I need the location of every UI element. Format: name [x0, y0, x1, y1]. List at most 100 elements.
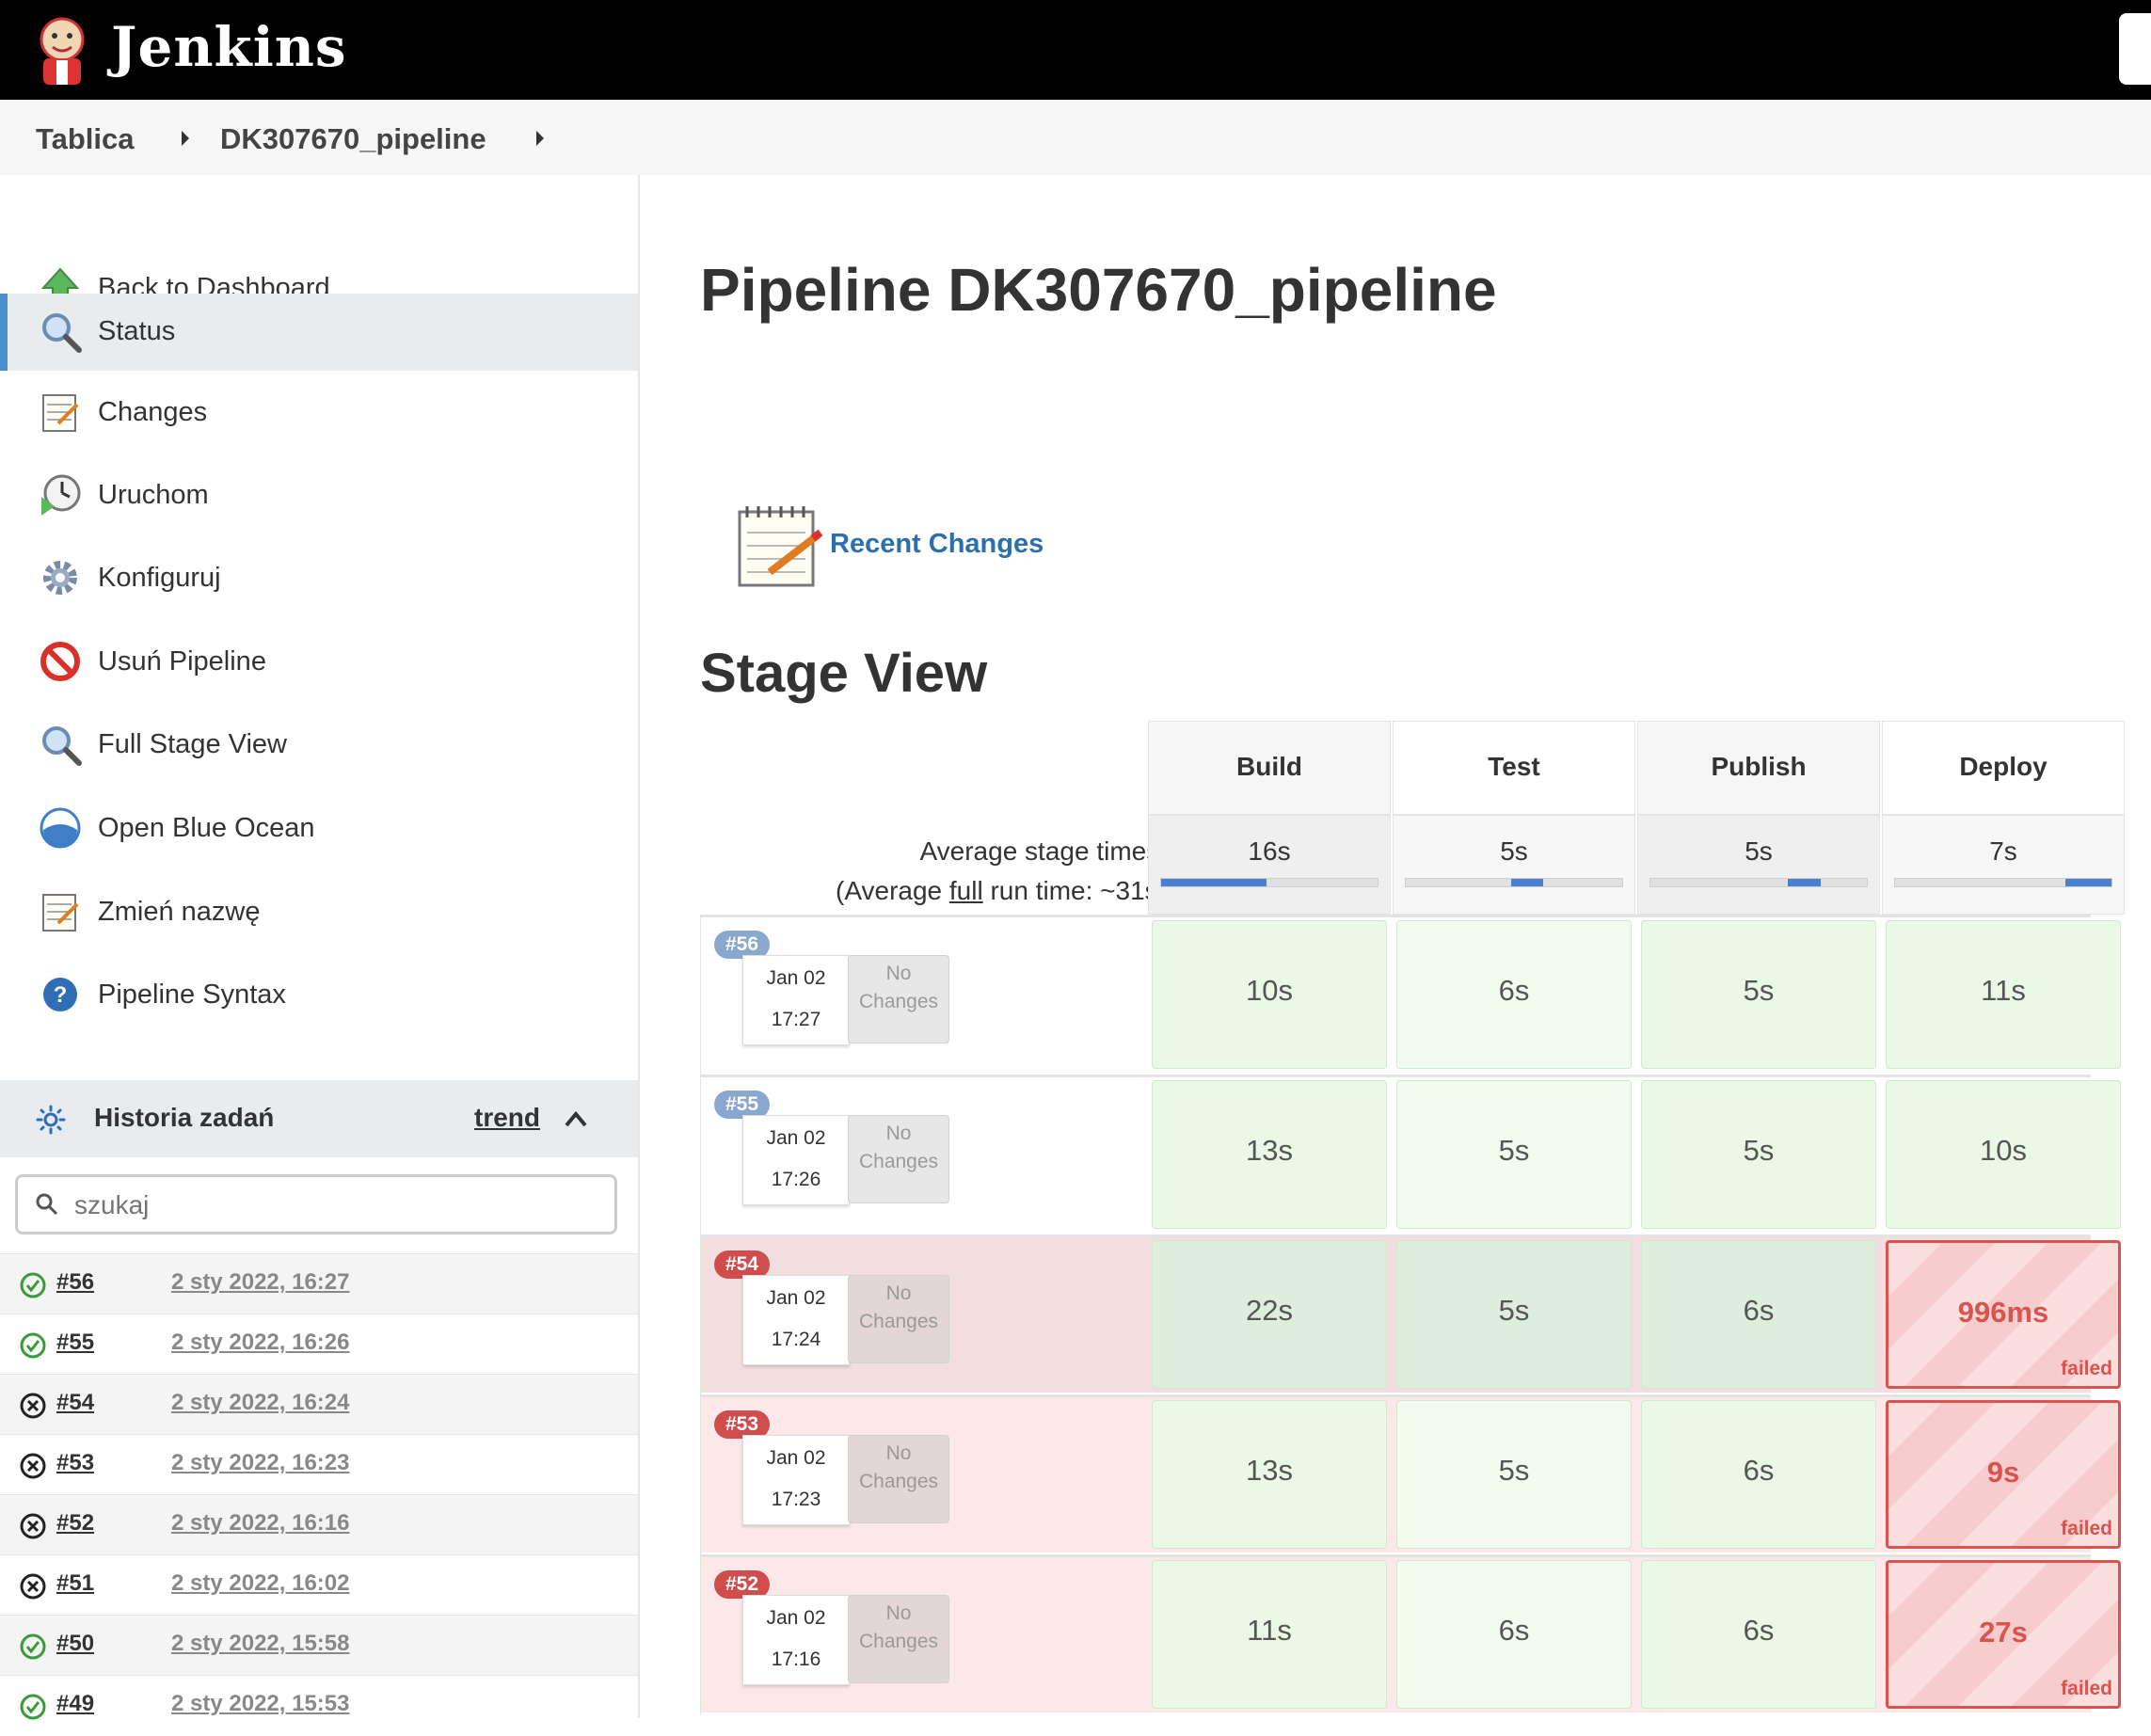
build-search-input[interactable] — [72, 1187, 603, 1224]
build-date-link[interactable]: 2 sty 2022, 16:27 — [171, 1269, 349, 1296]
build-number-link[interactable]: #53 — [56, 1450, 94, 1476]
gear-icon — [43, 561, 77, 595]
stage-average-bar-fill — [1161, 879, 1267, 886]
stage-cell-deploy[interactable]: 27s failed — [1886, 1560, 2121, 1709]
build-history-row[interactable]: #52 2 sty 2022, 16:16 — [0, 1494, 638, 1555]
breadcrumb-pipeline[interactable]: DK307670_pipeline — [220, 122, 486, 156]
stage-cell-build[interactable]: 13s — [1152, 1400, 1387, 1549]
trend-link[interactable]: trend — [474, 1103, 540, 1133]
run-row: #53 Jan 02 17:23 No Changes — [700, 1394, 2091, 1555]
breadcrumb-arrow-icon[interactable] — [536, 131, 544, 146]
build-date-link[interactable]: 2 sty 2022, 15:58 — [171, 1631, 349, 1657]
task-konfiguruj[interactable]: Konfiguruj — [0, 540, 638, 617]
stage-cell-test[interactable]: 6s — [1396, 920, 1632, 1069]
stage-duration: 6s — [1743, 1614, 1775, 1647]
task-uruchom[interactable]: Uruchom — [0, 457, 638, 534]
notepad-icon[interactable] — [734, 501, 824, 591]
sun-trend-icon — [36, 1105, 66, 1135]
stage-cell-publish[interactable]: 5s — [1641, 920, 1876, 1069]
stage-cell-deploy[interactable]: 996ms failed — [1886, 1240, 2121, 1389]
stage-average: 16s — [1148, 815, 1391, 915]
stage-cell-publish[interactable]: 6s — [1641, 1400, 1876, 1549]
task-label: Full Stage View — [98, 729, 287, 759]
build-date-link[interactable]: 2 sty 2022, 16:02 — [171, 1570, 349, 1597]
stage-cell-test[interactable]: 6s — [1396, 1560, 1632, 1709]
stage-duration: 10s — [1246, 974, 1293, 1007]
build-date-link[interactable]: 2 sty 2022, 15:53 — [171, 1691, 349, 1717]
task-changes[interactable]: Changes — [0, 374, 638, 452]
build-date-link[interactable]: 2 sty 2022, 16:24 — [171, 1390, 349, 1416]
success-check-icon — [20, 1694, 46, 1720]
build-history-header: Historia zadań trend — [0, 1080, 638, 1157]
no-changes-line: No — [885, 1602, 912, 1624]
success-check-icon — [20, 1332, 46, 1359]
stage-cell-build[interactable]: 13s — [1152, 1080, 1387, 1229]
stage-cell-publish[interactable]: 6s — [1641, 1240, 1876, 1389]
stage-cell-test[interactable]: 5s — [1396, 1240, 1632, 1389]
jenkins-brand[interactable]: Jenkins — [111, 13, 347, 81]
header: Jenkins — [0, 0, 2151, 100]
run-date: Jan 02 17:27 — [742, 955, 850, 1045]
build-date-link[interactable]: 2 sty 2022, 16:23 — [171, 1450, 349, 1476]
task-label: Changes — [98, 397, 208, 427]
build-number-link[interactable]: #52 — [56, 1510, 94, 1537]
stage-cell-deploy[interactable]: 9s failed — [1886, 1400, 2121, 1549]
build-number-link[interactable]: #54 — [56, 1390, 94, 1416]
build-history-row[interactable]: #54 2 sty 2022, 16:24 — [0, 1374, 638, 1435]
breadcrumb-arrow-icon[interactable] — [182, 131, 189, 146]
build-number-link[interactable]: #51 — [56, 1570, 94, 1597]
stage-name: Build — [1236, 752, 1302, 781]
full-run-link[interactable]: full — [949, 876, 983, 905]
stage-cell-publish[interactable]: 6s — [1641, 1560, 1876, 1709]
build-history-row[interactable]: #55 2 sty 2022, 16:26 — [0, 1314, 638, 1375]
task-open-blue-ocean[interactable]: Open Blue Ocean — [0, 790, 638, 868]
build-number-link[interactable]: #56 — [56, 1269, 94, 1296]
recent-changes-link[interactable]: Recent Changes — [830, 529, 1044, 560]
run-meta: #52 Jan 02 17:16 No Changes — [700, 1557, 1146, 1715]
notepad-icon — [42, 394, 79, 432]
task-label: Status — [98, 316, 176, 346]
header-search-box[interactable] — [2119, 13, 2151, 85]
stage-cell-test[interactable]: 5s — [1396, 1400, 1632, 1549]
build-history-title: Historia zadań — [94, 1103, 275, 1132]
build-history-row[interactable]: #53 2 sty 2022, 16:23 — [0, 1434, 638, 1495]
build-number-link[interactable]: #49 — [56, 1691, 94, 1717]
stage-cell-build[interactable]: 10s — [1152, 920, 1387, 1069]
build-number-link[interactable]: #50 — [56, 1631, 94, 1657]
stage-name: Publish — [1711, 752, 1807, 781]
build-history-row[interactable]: #49 2 sty 2022, 15:53 — [0, 1675, 638, 1736]
build-number-link[interactable]: #55 — [56, 1330, 94, 1356]
run-date-time: 17:24 — [771, 1329, 821, 1350]
run-meta: #54 Jan 02 17:24 No Changes — [700, 1237, 1146, 1395]
stage-average: 5s — [1637, 815, 1880, 915]
stage-cell-build[interactable]: 11s — [1152, 1560, 1387, 1709]
build-date-link[interactable]: 2 sty 2022, 16:16 — [171, 1510, 349, 1537]
stage-cell-deploy[interactable]: 10s — [1886, 1080, 2121, 1229]
task-zmien-nazwe[interactable]: Zmień nazwę — [0, 874, 638, 951]
failed-label: failed — [2061, 1678, 2112, 1699]
build-history-row[interactable]: #56 2 sty 2022, 16:27 — [0, 1253, 638, 1314]
build-search-field[interactable] — [15, 1174, 617, 1234]
build-date-link[interactable]: 2 sty 2022, 16:26 — [171, 1330, 349, 1356]
jenkins-logo-icon[interactable] — [32, 11, 92, 87]
chevron-up-icon[interactable] — [563, 1108, 589, 1129]
stage-cell-test[interactable]: 5s — [1396, 1080, 1632, 1229]
task-pipeline-syntax[interactable]: ? Pipeline Syntax — [0, 957, 638, 1034]
task-usun-pipeline[interactable]: Usuń Pipeline — [0, 624, 638, 701]
stage-duration: 9s — [1986, 1456, 2020, 1489]
clock-play-icon — [41, 474, 81, 516]
success-check-icon — [20, 1272, 46, 1298]
stage-cell-deploy[interactable]: 11s — [1886, 920, 2121, 1069]
stage-cell-publish[interactable]: 5s — [1641, 1080, 1876, 1229]
run-date-day: Jan 02 — [766, 1607, 826, 1629]
stage-cell-build[interactable]: 22s — [1152, 1240, 1387, 1389]
breadcrumb-dashboard[interactable]: Tablica — [36, 122, 135, 156]
task-label: Zmień nazwę — [98, 897, 261, 927]
no-changes-line: No — [885, 1282, 912, 1304]
task-status[interactable]: Status — [0, 294, 638, 371]
build-history-row[interactable]: #51 2 sty 2022, 16:02 — [0, 1554, 638, 1616]
stage-duration: 6s — [1743, 1294, 1775, 1327]
no-changes-line: No — [885, 1123, 912, 1144]
task-full-stage-view[interactable]: Full Stage View — [0, 707, 638, 784]
build-history-row[interactable]: #50 2 sty 2022, 15:58 — [0, 1615, 638, 1676]
